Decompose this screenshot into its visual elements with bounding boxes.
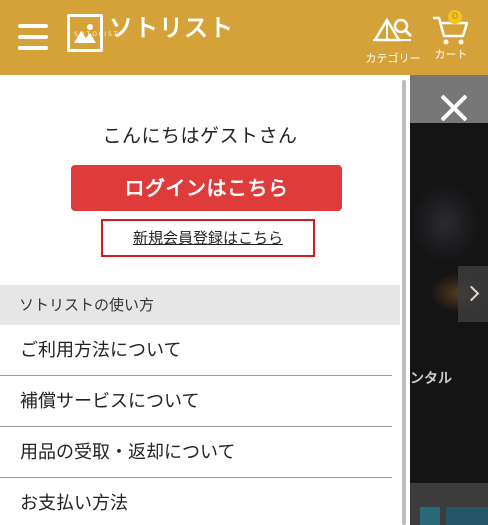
close-drawer-icon[interactable] (436, 90, 472, 126)
menu-item-payment[interactable]: お支払い方法 (0, 478, 392, 525)
cart-button[interactable]: 0 カート (428, 10, 474, 62)
logo-subtext: SOTOLIST (74, 31, 120, 38)
cart-label: カート (434, 48, 468, 61)
section-header-how-to-use: ソトリストの使い方 (0, 285, 400, 325)
register-highlight-box: 新規会員登録はこちら (101, 219, 315, 257)
tent-search-icon (372, 17, 413, 42)
drawer-scrollbar[interactable] (402, 80, 406, 525)
register-link[interactable]: 新規会員登録はこちら (103, 221, 313, 255)
logo-text: ソトリスト (109, 14, 234, 42)
category-label: カテゴリー (365, 52, 421, 65)
background-thumbnail-row (410, 483, 488, 525)
background-fragment-text: ンタル (410, 371, 452, 387)
menu-item-compensation[interactable]: 補償サービスについて (0, 376, 392, 427)
category-button[interactable]: カテゴリー (360, 14, 426, 66)
login-button[interactable]: ログインはこちら (71, 165, 342, 211)
cart-count-badge: 0 (448, 10, 462, 24)
carousel-next-icon[interactable] (458, 266, 488, 322)
side-drawer: こんにちはゲストさん ログインはこちら 新規会員登録はこちら ソトリストの使い方… (0, 75, 410, 525)
hamburger-menu-icon[interactable] (18, 24, 48, 50)
app-header: ソトリスト SOTOLIST カテゴリー 0 カート (0, 0, 488, 75)
menu-item-pickup-return[interactable]: 用品の受取・返却について (0, 427, 392, 478)
greeting-text: こんにちはゲストさん (102, 125, 298, 147)
menu-item-usage[interactable]: ご利用方法について (0, 325, 392, 376)
